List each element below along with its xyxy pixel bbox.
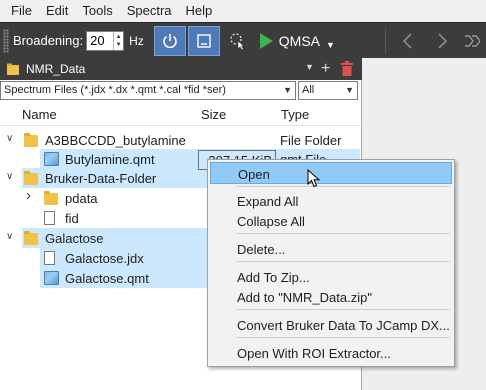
chevron-down-icon[interactable]: ∨ [6, 231, 13, 242]
toolbar: Broadening: 20 ▲ ▼ Hz QMSA ▼ [0, 22, 486, 58]
chevron-down-icon: ▼ [345, 85, 354, 95]
menu-edit[interactable]: Edit [39, 0, 75, 22]
context-menu-item[interactable]: Convert Bruker Data To JCamp DX... [210, 314, 452, 336]
menu-separator [236, 337, 450, 338]
spectrum-file-icon [44, 152, 59, 166]
scope-filter-value: All [302, 84, 315, 96]
chevron-down-icon: ▼ [283, 85, 292, 95]
folder-icon [7, 63, 19, 75]
chevron-right-icon [438, 33, 448, 49]
spectrum-file-icon [44, 271, 59, 285]
menu-separator [236, 261, 450, 262]
layers-icon [465, 35, 480, 47]
context-menu-item-label: Add To Zip... [237, 270, 310, 285]
folder-icon [24, 133, 38, 147]
layers-button[interactable] [460, 26, 484, 56]
qmsa-label: QMSA [278, 32, 321, 49]
context-menu-item-label: Convert Bruker Data To JCamp DX... [237, 318, 450, 333]
delete-folder-icon[interactable] [341, 61, 353, 76]
file-icon [44, 211, 55, 225]
chevron-left-icon [402, 33, 412, 49]
forward-button[interactable] [426, 26, 458, 56]
context-menu-item-label: Expand All [237, 194, 299, 209]
folder-name: NMR_Data [26, 62, 86, 76]
folder-icon [44, 191, 58, 205]
column-header: Name Size Type [0, 102, 362, 126]
add-folder-button[interactable]: + [321, 58, 330, 80]
chevron-right-icon[interactable]: › [26, 187, 31, 204]
chevron-down-icon[interactable]: ∨ [6, 171, 13, 182]
menu-bar: File Edit Tools Spectra Help [0, 0, 486, 22]
folder-icon [24, 171, 38, 185]
tree-item-label: Galactose.jdx [65, 251, 144, 266]
file-type-filter[interactable]: Spectrum Files (*.jdx *.dx *.qmt *.cal *… [0, 81, 296, 100]
scope-filter[interactable]: All ▼ [298, 81, 358, 100]
column-size[interactable]: Size [201, 107, 226, 122]
context-menu-item-label: Delete... [237, 242, 286, 257]
folder-selector[interactable]: NMR_Data ▼ + [0, 58, 362, 80]
peak-pick-button[interactable] [222, 26, 254, 56]
tree-item-label: A3BBCCDD_butylamine [45, 133, 186, 148]
context-menu-item-label: Open [238, 167, 270, 182]
tree-item-label: pdata [65, 191, 98, 206]
broadening-label: Broadening: [13, 33, 84, 48]
panel-icon [197, 33, 211, 48]
qmsa-button[interactable]: QMSA ▼ [259, 32, 335, 50]
column-name[interactable]: Name [22, 107, 57, 122]
context-menu-item[interactable]: Expand All [210, 190, 452, 212]
context-menu-item[interactable]: Open With ROI Extractor... [210, 342, 452, 364]
context-menu-item[interactable]: Collapse All [210, 210, 452, 232]
broadening-spinbox[interactable]: 20 ▲ ▼ [86, 30, 125, 51]
tree-item-label: Butylamine.qmt [65, 152, 155, 167]
file-icon [44, 251, 55, 265]
toolbar-separator [385, 28, 386, 54]
menu-help[interactable]: Help [179, 0, 220, 22]
context-menu-item[interactable]: Open [210, 162, 452, 184]
menu-tools[interactable]: Tools [75, 0, 119, 22]
menu-file[interactable]: File [4, 0, 39, 22]
context-menu: Open Expand All Collapse All Delete... Add T… [207, 159, 455, 367]
mouse-cursor-icon [307, 169, 321, 188]
type-cell: File Folder [280, 133, 342, 148]
tree-item-label: Bruker-Data-Folder [45, 171, 157, 186]
tree-item-label: fid [65, 211, 79, 226]
magic-cursor-icon [230, 32, 245, 50]
chevron-down-icon[interactable]: ∨ [6, 133, 13, 144]
power-toggle-button[interactable] [153, 25, 186, 56]
menu-separator [236, 233, 450, 234]
tree-row[interactable]: ∨ A3BBCCDD_butylamine File Folder [0, 130, 362, 150]
toolbar-grip[interactable] [3, 28, 9, 53]
context-menu-item[interactable]: Add To Zip... [210, 266, 452, 288]
minimize-panel-button[interactable] [187, 25, 220, 56]
broadening-value[interactable]: 20 [87, 33, 113, 48]
menu-separator [236, 309, 450, 310]
chevron-down-icon[interactable]: ▼ [305, 62, 314, 72]
file-type-filter-value: Spectrum Files (*.jdx *.dx *.qmt *.cal *… [4, 84, 226, 96]
broadening-unit: Hz [129, 33, 144, 48]
context-menu-item[interactable]: Delete... [210, 238, 452, 260]
context-menu-item-label: Collapse All [237, 214, 305, 229]
context-menu-item-label: Add to "NMR_Data.zip" [237, 290, 372, 305]
chevron-down-icon[interactable]: ▼ [326, 40, 335, 50]
filter-row: Spectrum Files (*.jdx *.dx *.qmt *.cal *… [0, 81, 362, 101]
spin-arrows[interactable]: ▲ ▼ [113, 31, 123, 50]
tree-item-label: Galactose [45, 231, 104, 246]
context-menu-item-label: Open With ROI Extractor... [237, 346, 391, 361]
menu-separator [236, 186, 450, 187]
back-button[interactable] [392, 26, 424, 56]
folder-icon [24, 231, 38, 245]
context-menu-item[interactable]: Add to "NMR_Data.zip" [210, 286, 452, 308]
menu-spectra[interactable]: Spectra [120, 0, 179, 22]
power-icon [163, 33, 177, 48]
tree-item-label: Galactose.qmt [65, 271, 149, 286]
play-icon [259, 32, 273, 49]
column-type[interactable]: Type [281, 107, 309, 122]
